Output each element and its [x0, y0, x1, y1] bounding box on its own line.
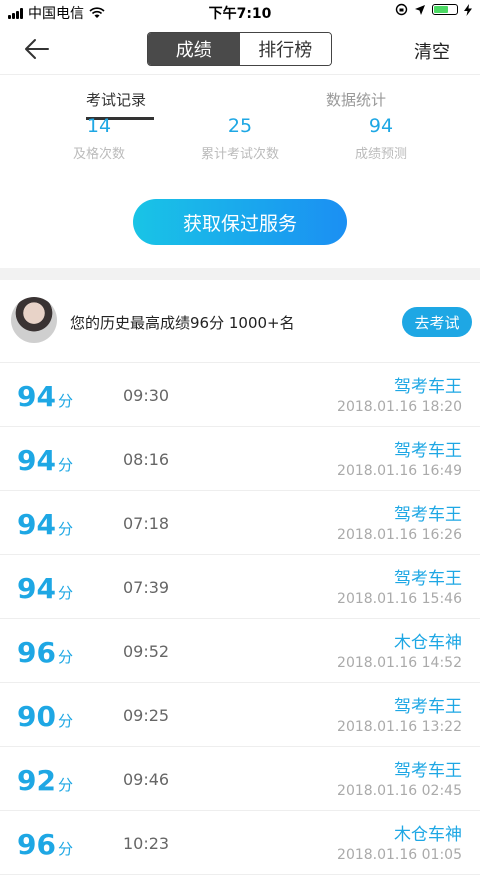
get-pass-service-button[interactable]: 获取保过服务: [133, 199, 347, 245]
list-item[interactable]: 96 分 09:52 木仓车神 2018.01.16 14:52: [0, 619, 480, 683]
score-unit: 分: [57, 456, 73, 474]
record-date: 2018.01.16 18:20: [337, 399, 462, 415]
record-title: 木仓车神: [394, 825, 462, 845]
stat-label: 累计考试次数: [200, 147, 279, 162]
record-duration: 07:39: [123, 578, 170, 597]
record-duration: 10:23: [123, 834, 170, 853]
stat-value: 25: [227, 115, 253, 137]
best-score-banner: 您的历史最高成绩96分 1000+名 去考试: [0, 280, 480, 363]
record-title: 驾考车王: [394, 505, 462, 525]
stat-label: 及格次数: [72, 147, 125, 162]
record-title: 驾考车王: [394, 761, 462, 781]
record-score: 92 分: [17, 764, 73, 797]
record-duration: 09:46: [123, 770, 170, 789]
record-title: 驾考车王: [394, 441, 462, 461]
list-item[interactable]: 94 分 07:18 驾考车王 2018.01.16 16:26: [0, 491, 480, 555]
stat-score-prediction: 94 成绩预测: [321, 115, 441, 162]
stat-value: 94: [368, 115, 394, 137]
location-icon: [415, 4, 425, 15]
record-date: 2018.01.16 01:05: [337, 847, 462, 863]
record-duration: 08:16: [123, 450, 170, 469]
battery-fill: [434, 6, 448, 13]
tab-leaderboard[interactable]: 排行榜: [239, 33, 331, 65]
record-score: 94 分: [17, 572, 73, 605]
back-arrow-icon[interactable]: [22, 34, 52, 64]
score-unit: 分: [57, 392, 73, 410]
stat-value: 14: [86, 115, 112, 137]
record-title: 驾考车王: [394, 569, 462, 589]
stats-summary: 14 及格次数 25 累计考试次数 94 成绩预测: [0, 115, 480, 175]
segmented-control: 成绩 排行榜: [147, 32, 332, 66]
score-unit: 分: [57, 584, 73, 602]
record-duration: 09:30: [123, 386, 170, 405]
record-duration: 07:18: [123, 514, 170, 533]
record-date: 2018.01.16 14:52: [337, 655, 462, 671]
status-bar: 中国电信 下午7:10: [0, 0, 480, 24]
record-score: 96 分: [17, 828, 73, 861]
record-duration: 09:52: [123, 642, 170, 661]
score-unit: 分: [57, 712, 73, 730]
record-title: 驾考车王: [394, 697, 462, 717]
record-date: 2018.01.16 15:46: [337, 591, 462, 607]
list-item[interactable]: 96 分 10:23 木仓车神 2018.01.16 01:05: [0, 811, 480, 875]
record-score: 94 分: [17, 380, 73, 413]
score-unit: 分: [57, 648, 73, 666]
rotation-lock-icon: [395, 3, 408, 16]
take-exam-button[interactable]: 去考试: [402, 307, 472, 337]
score-value: 94: [17, 380, 56, 413]
score-value: 94: [17, 572, 56, 605]
record-title: 木仓车神: [394, 633, 462, 653]
avatar[interactable]: [11, 297, 57, 343]
list-item[interactable]: 94 分 08:16 驾考车王 2018.01.16 16:49: [0, 427, 480, 491]
score-value: 92: [17, 764, 56, 797]
record-title: 驾考车王: [394, 377, 462, 397]
tab-data-stats[interactable]: 数据统计: [326, 89, 386, 110]
charging-icon: [464, 3, 472, 16]
record-score: 94 分: [17, 508, 73, 541]
sub-tabs: 考试记录 数据统计: [0, 74, 480, 121]
exam-records-list: 94 分 09:30 驾考车王 2018.01.16 18:20 94 分 08:16 驾考车王…: [0, 363, 480, 875]
record-date: 2018.01.16 02:45: [337, 783, 462, 799]
clear-button[interactable]: 清空: [414, 38, 450, 64]
status-right: [395, 3, 472, 16]
tab-exam-records[interactable]: 考试记录: [86, 89, 146, 110]
best-score-text: 您的历史最高成绩96分 1000+名: [70, 314, 295, 332]
stat-pass-count: 14 及格次数: [39, 115, 159, 162]
section-divider: [0, 268, 480, 280]
score-unit: 分: [57, 520, 73, 538]
tab-scores[interactable]: 成绩: [148, 33, 240, 65]
record-date: 2018.01.16 13:22: [337, 719, 462, 735]
record-date: 2018.01.16 16:49: [337, 463, 462, 479]
record-score: 90 分: [17, 700, 73, 733]
score-unit: 分: [57, 776, 73, 794]
list-item[interactable]: 92 分 09:46 驾考车王 2018.01.16 02:45: [0, 747, 480, 811]
record-score: 96 分: [17, 636, 73, 669]
list-item[interactable]: 94 分 07:39 驾考车王 2018.01.16 15:46: [0, 555, 480, 619]
score-value: 94: [17, 444, 56, 477]
score-value: 90: [17, 700, 56, 733]
nav-bar: 成绩 排行榜 清空: [0, 24, 480, 74]
battery-icon: [432, 4, 458, 15]
score-unit: 分: [57, 840, 73, 858]
record-score: 94 分: [17, 444, 73, 477]
score-value: 96: [17, 828, 56, 861]
record-duration: 09:25: [123, 706, 170, 725]
score-value: 96: [17, 636, 56, 669]
list-item[interactable]: 94 分 09:30 驾考车王 2018.01.16 18:20: [0, 363, 480, 427]
score-value: 94: [17, 508, 56, 541]
stat-label: 成绩预测: [354, 147, 407, 162]
list-item[interactable]: 90 分 09:25 驾考车王 2018.01.16 13:22: [0, 683, 480, 747]
stat-total-exams: 25 累计考试次数: [180, 115, 300, 162]
record-date: 2018.01.16 16:26: [337, 527, 462, 543]
